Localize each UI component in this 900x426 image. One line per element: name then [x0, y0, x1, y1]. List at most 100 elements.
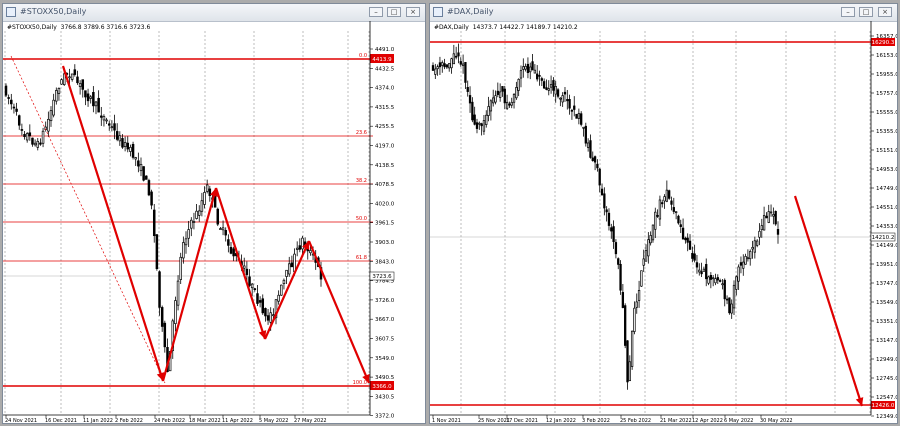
minimize-icon[interactable]: –	[841, 7, 855, 17]
dax-candle-body	[681, 227, 685, 240]
price-tick-label: 3843.0	[375, 259, 395, 265]
stoxx-candle-body	[12, 106, 16, 109]
date-tick-label: 11 Apr 2022	[222, 418, 253, 423]
stoxx-candle-body	[57, 88, 61, 94]
stoxx-candle-body	[152, 209, 156, 237]
minimize-icon[interactable]: –	[369, 7, 383, 17]
stoxx-candle-body	[160, 307, 164, 327]
price-tick-label: 15955.0	[876, 72, 897, 78]
dax-candle-body	[693, 253, 696, 261]
right-symbol: #DAX,Daily	[434, 24, 469, 31]
dax-price-chart[interactable]: 16290.3 12426.0 16357.0 16153.0 15955.0 15757…	[430, 21, 897, 423]
dax-candle-body	[549, 84, 553, 88]
stoxx-candle-body	[110, 126, 114, 129]
stoxx-candle-body	[287, 263, 291, 275]
stoxx50-price-chart[interactable]: 0.0 4413.9 23.6 38.2 50.0 61.8 100.0 3366.0 4491…	[3, 21, 425, 423]
dax-candle-body	[512, 93, 516, 103]
dax-candle-body	[487, 106, 490, 116]
dax-candle-body	[542, 81, 546, 89]
dax-candle-body	[441, 62, 444, 66]
dax-candle-body	[751, 247, 754, 250]
dax-candle-body	[637, 290, 641, 301]
close-icon[interactable]: ×	[878, 7, 892, 17]
stoxx-candle-body	[290, 262, 294, 268]
stoxx-candle-body	[309, 250, 312, 254]
restore-icon[interactable]: □	[387, 7, 401, 17]
price-label-text: 4413.9	[372, 57, 392, 63]
dax-candle-body	[721, 283, 724, 286]
price-tick-label: 14749.0	[876, 186, 897, 192]
fib-level-label: 50.0	[356, 216, 367, 222]
dax-candle-body	[519, 70, 523, 79]
dax-candle-body	[434, 68, 437, 75]
dax-candle-body	[749, 251, 752, 260]
stoxx-candle-body	[84, 90, 87, 98]
date-tick-label: 12 Apr 2022	[692, 418, 723, 423]
stoxx-candle-body	[100, 115, 103, 118]
stoxx-candle-body	[197, 210, 201, 216]
left-ohlc: 3766.8 3789.6 3716.6 3723.6	[60, 24, 151, 31]
date-tick-label: 18 Mar 2022	[189, 418, 221, 423]
stoxx-candle-body	[285, 269, 288, 277]
stoxx-candle-body	[15, 108, 18, 112]
red-arrow-3	[263, 240, 311, 340]
stoxx-candle-body	[86, 93, 90, 102]
stoxx-candle-body	[139, 163, 143, 172]
stoxx-candle-body	[219, 228, 222, 230]
stoxx-candle-body	[89, 96, 92, 99]
dax-chart-window[interactable]: #DAX,Daily – □ × 16290.3 12426.0 16357.0 16…	[429, 3, 898, 424]
date-tick-label: 24 Feb 2022	[154, 418, 185, 423]
stoxx-candle-body	[20, 129, 24, 131]
dax-candle-body	[501, 86, 504, 92]
stoxx-candle-body	[70, 73, 74, 80]
right-info: #DAX,Daily 14373.7 14422.7 14189.7 14210…	[434, 24, 578, 31]
window-icon	[433, 7, 443, 17]
red-arrow-2	[214, 187, 267, 340]
close-icon[interactable]: ×	[406, 7, 420, 17]
dax-candle-body	[496, 90, 499, 95]
stoxx-candle-body	[73, 69, 77, 75]
dax-candle-body	[485, 114, 488, 125]
stoxx-candle-body	[113, 123, 116, 131]
date-tick-label: 6 May 2022	[724, 418, 753, 423]
stoxx-candle-body	[190, 219, 193, 229]
dax-candle-body	[536, 73, 539, 80]
dax-candle-body	[598, 168, 601, 186]
dax-candle-body	[461, 63, 465, 66]
fib-level-label: 100.0	[353, 380, 367, 386]
restore-icon[interactable]: □	[859, 7, 873, 17]
dax-candle-body	[674, 211, 678, 214]
red-arrow	[793, 195, 864, 407]
stoxx50-chart-window[interactable]: #STOXX50,Daily – □ × 0.0 4413.9 23.6 38.2 50…	[2, 3, 426, 424]
stoxx-candle-body	[81, 79, 85, 90]
dax-candle-body	[498, 91, 502, 98]
stoxx-candle-body	[224, 229, 227, 236]
dax-candle-body	[466, 87, 469, 92]
right-titlebar[interactable]: #DAX,Daily – □ ×	[430, 4, 897, 22]
stoxx-candle-body	[25, 133, 29, 141]
dax-candle-body	[589, 140, 592, 158]
dax-candle-body	[705, 264, 708, 280]
dax-candle-body	[760, 225, 763, 231]
dax-candle-body	[554, 86, 557, 95]
left-titlebar[interactable]: #STOXX50,Daily – □ ×	[3, 4, 425, 22]
stoxx-candle-body	[142, 166, 145, 181]
dax-candle-body	[468, 95, 472, 104]
dax-candle-body	[522, 66, 525, 70]
dax-candle-body	[756, 240, 759, 246]
price-tick-label: 4078.5	[375, 182, 395, 188]
stoxx-candle-body	[68, 76, 71, 79]
dax-candle-body	[633, 307, 636, 332]
dax-candle-body	[526, 63, 530, 73]
stoxx-candle-body	[123, 142, 127, 148]
dax-candle-body	[679, 224, 682, 228]
dax-candle-body	[651, 224, 655, 241]
dax-candle-body	[603, 193, 606, 209]
stoxx-candle-body	[221, 227, 225, 231]
dax-candle-body	[619, 263, 622, 291]
dax-candle-body	[529, 66, 532, 73]
fib-level-label: 23.6	[356, 130, 367, 136]
stoxx-candle-body	[147, 180, 151, 196]
stoxx-candle-body	[155, 234, 159, 270]
date-tick-label: 27 May 2022	[294, 418, 327, 423]
